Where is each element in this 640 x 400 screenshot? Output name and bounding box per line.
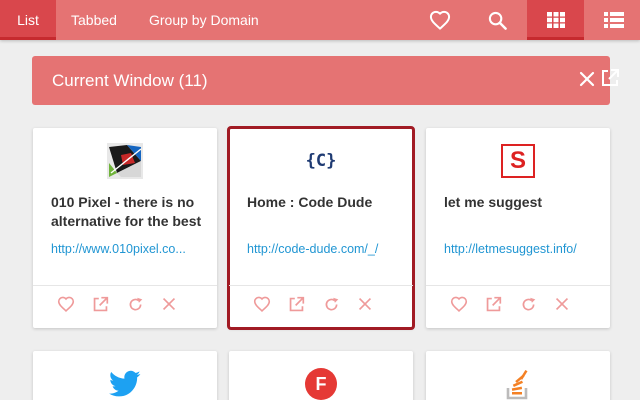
open-in-new-icon xyxy=(289,296,305,311)
stackoverflow-icon xyxy=(506,369,528,400)
card-actions xyxy=(450,293,590,315)
divider xyxy=(229,285,413,286)
tab-card[interactable]: F xyxy=(229,351,413,400)
close-tab-button[interactable] xyxy=(162,293,197,315)
open-tab-button[interactable] xyxy=(485,293,520,315)
close-icon xyxy=(555,297,569,311)
open-tab-button[interactable] xyxy=(92,293,127,315)
window-header: Current Window (11) xyxy=(32,56,619,105)
tab-favicon: S xyxy=(500,143,536,179)
heart-icon xyxy=(57,296,75,312)
top-nav-bar: List Tabbed Group by Domain xyxy=(0,0,640,40)
tab-card[interactable] xyxy=(33,351,217,400)
open-in-new-icon xyxy=(486,296,502,311)
tab-card-selected[interactable]: {C} Home : Code Dude http://code-dude.co… xyxy=(227,126,415,330)
tab-card[interactable]: 010 Pixel - there is no alternative for … xyxy=(33,128,217,328)
heart-icon xyxy=(429,10,451,30)
reload-icon xyxy=(325,297,339,310)
open-in-new-icon xyxy=(93,296,109,311)
tab-title: Home : Code Dude xyxy=(247,194,373,210)
close-icon xyxy=(162,297,176,311)
pixel-logo-icon xyxy=(107,143,143,179)
favorite-tab-button[interactable] xyxy=(450,293,485,315)
favorites-button[interactable] xyxy=(425,0,455,40)
tab-group-by-domain[interactable]: Group by Domain xyxy=(149,0,259,40)
open-window-button[interactable] xyxy=(600,68,620,88)
tab-title: 010 Pixel - there is no alternative for … xyxy=(51,194,202,229)
tab-title: let me suggest xyxy=(444,194,543,210)
divider xyxy=(426,285,610,286)
search-button[interactable] xyxy=(484,0,510,40)
reload-icon xyxy=(129,297,143,310)
tab-url[interactable]: http://letmesuggest.info/ xyxy=(444,242,596,256)
twitter-icon xyxy=(109,370,141,397)
code-dude-icon: {C} xyxy=(305,151,337,171)
tab-url[interactable]: http://www.010pixel.co... xyxy=(51,242,203,256)
close-icon xyxy=(358,297,372,311)
open-tab-button[interactable] xyxy=(288,293,323,315)
reload-tab-button[interactable] xyxy=(323,293,358,315)
card-actions xyxy=(253,293,393,315)
favorite-tab-button[interactable] xyxy=(253,293,288,315)
tab-tabbed[interactable]: Tabbed xyxy=(71,0,117,40)
tab-favicon xyxy=(500,366,536,400)
letmesuggest-icon: S xyxy=(501,144,535,178)
tab-favicon: F xyxy=(303,366,339,400)
f-logo-icon: F xyxy=(305,368,337,400)
heart-icon xyxy=(450,296,468,312)
tab-favicon: {C} xyxy=(303,143,339,179)
heart-icon xyxy=(253,296,271,312)
open-in-new-icon xyxy=(602,69,619,86)
list-icon xyxy=(604,12,624,28)
card-actions xyxy=(57,293,197,315)
close-tab-button[interactable] xyxy=(555,293,590,315)
tab-favicon xyxy=(107,143,143,179)
tab-url[interactable]: http://code-dude.com/_/ xyxy=(247,242,399,256)
tab-card[interactable] xyxy=(426,351,610,400)
reload-tab-button[interactable] xyxy=(127,293,162,315)
list-view-button[interactable] xyxy=(598,0,630,40)
window-title: Current Window (11) xyxy=(52,71,208,90)
divider xyxy=(33,285,217,286)
close-icon xyxy=(579,71,595,87)
search-icon xyxy=(488,11,507,30)
reload-tab-button[interactable] xyxy=(520,293,555,315)
grid-icon xyxy=(546,12,565,28)
tab-card[interactable]: S let me suggest http://letmesuggest.inf… xyxy=(426,128,610,328)
close-window-button[interactable] xyxy=(578,70,596,88)
tab-favicon xyxy=(107,366,143,400)
grid-view-button[interactable] xyxy=(527,0,584,40)
reload-icon xyxy=(522,297,536,310)
close-tab-button[interactable] xyxy=(358,293,393,315)
tab-list[interactable]: List xyxy=(0,0,56,40)
favorite-tab-button[interactable] xyxy=(57,293,92,315)
